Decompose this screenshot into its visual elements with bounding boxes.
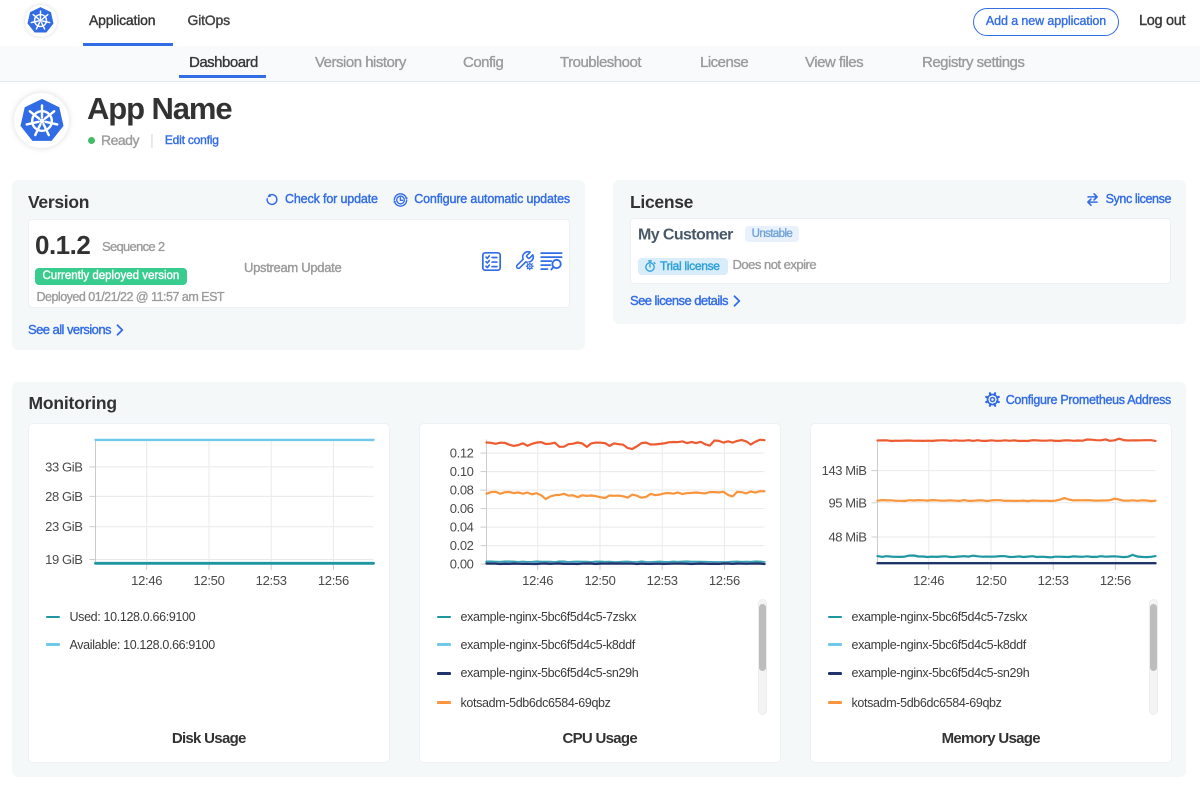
svg-text:0.10: 0.10 bbox=[449, 464, 473, 479]
svg-text:12:46: 12:46 bbox=[913, 573, 944, 588]
svg-text:0.12: 0.12 bbox=[449, 445, 473, 460]
svg-text:12:53: 12:53 bbox=[255, 573, 286, 588]
svg-text:143 MiB: 143 MiB bbox=[821, 463, 866, 478]
svg-text:12:50: 12:50 bbox=[584, 573, 615, 588]
svg-text:12:50: 12:50 bbox=[193, 573, 224, 588]
svg-text:12:46: 12:46 bbox=[522, 573, 553, 588]
svg-text:12:53: 12:53 bbox=[646, 573, 677, 588]
svg-text:0.06: 0.06 bbox=[449, 501, 473, 516]
svg-text:12:56: 12:56 bbox=[708, 573, 739, 588]
svg-text:0.00: 0.00 bbox=[449, 556, 473, 571]
svg-text:0.08: 0.08 bbox=[449, 482, 473, 497]
svg-text:95 MiB: 95 MiB bbox=[828, 495, 866, 510]
svg-text:12:53: 12:53 bbox=[1037, 573, 1068, 588]
svg-text:12:46: 12:46 bbox=[131, 573, 162, 588]
svg-text:33 GiB: 33 GiB bbox=[45, 459, 82, 474]
svg-text:12:50: 12:50 bbox=[975, 573, 1006, 588]
svg-text:19 GiB: 19 GiB bbox=[45, 552, 82, 567]
svg-text:12:56: 12:56 bbox=[1099, 573, 1130, 588]
svg-text:48 MiB: 48 MiB bbox=[828, 529, 866, 544]
svg-text:0.02: 0.02 bbox=[449, 538, 473, 553]
svg-text:23 GiB: 23 GiB bbox=[45, 519, 82, 534]
svg-text:28 GiB: 28 GiB bbox=[45, 488, 82, 503]
svg-text:0.04: 0.04 bbox=[449, 519, 473, 534]
svg-text:12:56: 12:56 bbox=[317, 573, 348, 588]
